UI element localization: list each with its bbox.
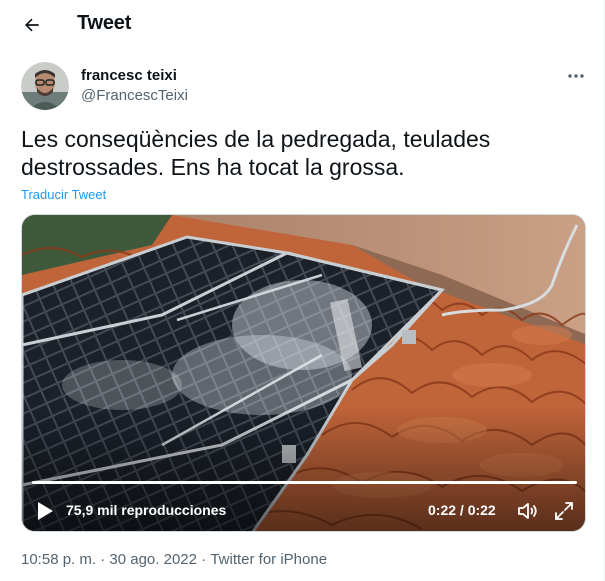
video-frame — [22, 215, 585, 531]
volume-button[interactable] — [516, 499, 540, 523]
tweet-text: Les conseqüències de la pedregada, teula… — [21, 126, 491, 180]
arrow-left-icon — [24, 18, 39, 32]
avatar-image — [21, 62, 69, 110]
translate-tweet-link[interactable]: Traducir Tweet — [21, 187, 106, 202]
video-progress-bar[interactable] — [32, 481, 577, 484]
fullscreen-button[interactable] — [552, 499, 576, 523]
meta-separator-2: · — [201, 551, 207, 568]
avatar[interactable] — [21, 62, 69, 110]
play-button[interactable] — [34, 499, 56, 523]
more-button[interactable] — [561, 64, 591, 88]
meta-separator-1: · — [100, 551, 106, 568]
more-horizontal-icon — [568, 74, 584, 78]
video-time: 0:22 / 0:22 — [428, 502, 496, 518]
tweet-meta: 10:58 p. m. · 30 ago. 2022 · Twitter for… — [21, 551, 327, 568]
author-name[interactable]: francesc teixi — [81, 67, 177, 84]
author-row: francesc teixi @FrancescTeixi — [21, 62, 591, 112]
play-icon — [38, 502, 53, 520]
video-progress-fill — [32, 481, 577, 484]
header: Tweet — [0, 0, 605, 50]
fullscreen-icon — [555, 502, 573, 520]
tweet-date[interactable]: 30 ago. 2022 — [109, 551, 197, 568]
tweet-time[interactable]: 10:58 p. m. — [21, 551, 96, 568]
tweet-source[interactable]: Twitter for iPhone — [210, 551, 327, 568]
page-title: Tweet — [77, 12, 132, 34]
volume-icon — [518, 503, 537, 519]
view-count: 75,9 mil reproducciones — [66, 502, 227, 518]
video-player[interactable]: 75,9 mil reproducciones 0:22 / 0:22 — [21, 214, 586, 532]
back-button[interactable] — [16, 9, 48, 41]
author-handle[interactable]: @FrancescTeixi — [81, 87, 188, 104]
